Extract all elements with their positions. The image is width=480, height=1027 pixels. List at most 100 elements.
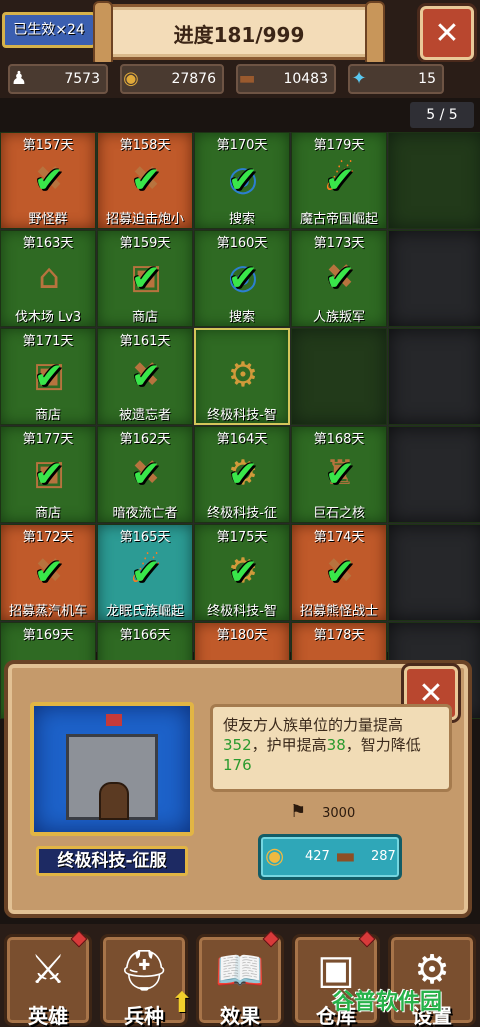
grid-tile[interactable]: 第172天 ✖ ✔ 招募蒸汽机车: [0, 524, 96, 621]
tile-day: 第158天: [119, 138, 171, 153]
tile-day: 第159天: [119, 236, 171, 251]
checkmark-icon: ✔: [324, 454, 356, 495]
unlock-value: 3000: [322, 806, 356, 821]
tile-name: 暗夜流亡者: [112, 506, 178, 521]
tile-day: 第179天: [313, 138, 365, 153]
tile-name: 被遗忘者: [118, 408, 171, 423]
tile-day: 第160天: [216, 236, 268, 251]
gold-coins-icon: ◉: [123, 68, 139, 89]
nav-label: 效果: [220, 1004, 260, 1027]
tech-portrait: [30, 702, 194, 836]
checkmark-icon: ✔: [130, 454, 162, 495]
tile-day: 第161天: [119, 334, 171, 349]
grid-tile[interactable]: [388, 328, 480, 425]
grid-tile[interactable]: [388, 230, 480, 327]
checkmark-icon: ✔: [324, 258, 356, 299]
checkmark-icon: ✔: [130, 552, 162, 593]
lumber-mill-icon: ⌂: [38, 257, 60, 297]
purchase-button[interactable]: ◉ 427 ▬ 287: [258, 834, 402, 880]
grid-tile[interactable]: 第159天 ▣ ✔ 商店: [97, 230, 193, 327]
tile-name: 商店: [131, 310, 158, 325]
grid-tile[interactable]: [291, 328, 387, 425]
tile-name: 巨石之核: [312, 506, 365, 521]
alert-dot-icon: [262, 930, 280, 948]
tile-name: 终极科技-智: [207, 604, 277, 619]
watermark: 谷普软件园: [332, 990, 443, 1015]
active-effects-badge[interactable]: 已生效×24: [2, 12, 96, 48]
tile-day: 第173天: [313, 236, 365, 251]
grid-tile[interactable]: 第157天 ✖ ✔ 野怪群: [0, 132, 96, 229]
tile-name: 商店: [34, 408, 61, 423]
cost-wood: 287: [371, 849, 396, 864]
grid-tile[interactable]: 第173天 ✖ ✔ 人族叛军: [291, 230, 387, 327]
tile-day: 第165天: [119, 530, 171, 545]
cost-gold: 427: [305, 849, 330, 864]
grid-tile[interactable]: 第175天 ⚙ ✔ 终极科技-智: [194, 524, 290, 621]
tile-name: 野怪群: [28, 212, 68, 227]
tile-day: 第175天: [216, 530, 268, 545]
tile-name: 龙眠氏族崛起: [105, 604, 184, 619]
alert-dot-icon: [70, 930, 88, 948]
grid-tile[interactable]: 第158天 ✖ ✔ 招募迫击炮小: [97, 132, 193, 229]
tile-name: 终极科技-征: [207, 506, 277, 521]
flag-icon: [106, 714, 122, 726]
checkmark-icon: ✔: [227, 258, 259, 299]
grid-tile[interactable]: [388, 524, 480, 621]
nav-button[interactable]: 📖 效果: [196, 930, 284, 1027]
close-button[interactable]: ✕: [420, 6, 474, 60]
crystal-value: 15: [418, 71, 436, 87]
grid-tile[interactable]: 第162天 ✖ ✔ 暗夜流亡者: [97, 426, 193, 523]
strength-value: 352: [223, 736, 252, 754]
tile-day: 第168天: [313, 432, 365, 447]
grid-tile[interactable]: 第161天 ✖ ✔ 被遗忘者: [97, 328, 193, 425]
nav-label: 英雄: [28, 1004, 68, 1027]
tile-name: 招募蒸汽机车: [8, 604, 87, 619]
tile-name: 招募熊怪战士: [299, 604, 378, 619]
wood-logs-icon: ▬: [238, 68, 256, 89]
grid-tile[interactable]: 第160天 ◎ ✔ 搜索: [194, 230, 290, 327]
grid-tile[interactable]: 第179天 ☄ ✔ 魔古帝国崛起: [291, 132, 387, 229]
tile-day: 第180天: [216, 628, 268, 643]
tile-day: 第157天: [22, 138, 74, 153]
gold-value: 27876: [171, 71, 216, 87]
resource-bar: ♟ 7573 ◉ 27876 ▬ 10483 ✦ 15: [0, 62, 480, 98]
tile-name: 商店: [34, 506, 61, 521]
armor-value: 38: [326, 736, 346, 754]
crystal-key-icon: ✦: [351, 68, 367, 89]
grid-tile[interactable]: [388, 426, 480, 523]
tech-description: 使友方人族单位的力量提高 352，护甲提高38，智力降低 176: [210, 704, 452, 792]
desc-text-1: 使友方人族单位的力量提高: [223, 716, 404, 734]
grid-tile[interactable]: [388, 132, 480, 229]
grid-tile[interactable]: 第168天 ♜ ✔ 巨石之核: [291, 426, 387, 523]
tile-day: 第174天: [313, 530, 365, 545]
tile-name: 招募迫击炮小: [105, 212, 184, 227]
grid-tile[interactable]: 第170天 ◎ ✔ 搜索: [194, 132, 290, 229]
checkmark-icon: ✔: [324, 552, 356, 593]
grid-tile[interactable]: 第171天 ▣ ✔ 商店: [0, 328, 96, 425]
tile-day: 第166天: [119, 628, 171, 643]
sword-icon: ⚔: [30, 947, 66, 993]
page-indicator[interactable]: 5 / 5: [410, 102, 474, 128]
checkmark-icon: ✔: [324, 160, 356, 201]
event-grid: 第157天 ✖ ✔ 野怪群 第158天 ✖ ✔ 招募迫击炮小 第170天 ◎ ✔ 搜索 第179天 ☄ ✔ 魔…: [0, 132, 480, 719]
grid-tile[interactable]: 第177天 ▣ ✔ 商店: [0, 426, 96, 523]
grid-tile[interactable]: 第163天 ⌂ 伐木场 Lv3: [0, 230, 96, 327]
grid-tile[interactable]: 第165天 ☄ ✔ 龙眠氏族崛起: [97, 524, 193, 621]
tile-day: 第178天: [313, 628, 365, 643]
checkmark-icon: ✔: [130, 160, 162, 201]
tile-name: 伐木场 Lv3: [14, 310, 82, 325]
top-bar: 已生效×24 进度181/999 ✕: [0, 0, 480, 67]
checkmark-icon: ✔: [33, 356, 65, 397]
spellbook-icon: 📖: [215, 948, 265, 994]
desc-text-3: ，智力降低: [345, 736, 421, 754]
grid-tile[interactable]: 第164天 ⚙ ✔ 终极科技-征: [194, 426, 290, 523]
checkmark-icon: ✔: [227, 160, 259, 201]
population-value: 7573: [64, 71, 100, 87]
grid-tile[interactable]: ⚙ 终极科技-智: [194, 328, 290, 425]
tile-day: 第177天: [22, 432, 74, 447]
checkmark-icon: ✔: [227, 552, 259, 593]
grid-tile[interactable]: 第174天 ✖ ✔ 招募熊怪战士: [291, 524, 387, 621]
population-icon: ♟: [10, 68, 28, 89]
tile-day: 第170天: [216, 138, 268, 153]
nav-button[interactable]: ⚔ 英雄: [4, 930, 92, 1027]
